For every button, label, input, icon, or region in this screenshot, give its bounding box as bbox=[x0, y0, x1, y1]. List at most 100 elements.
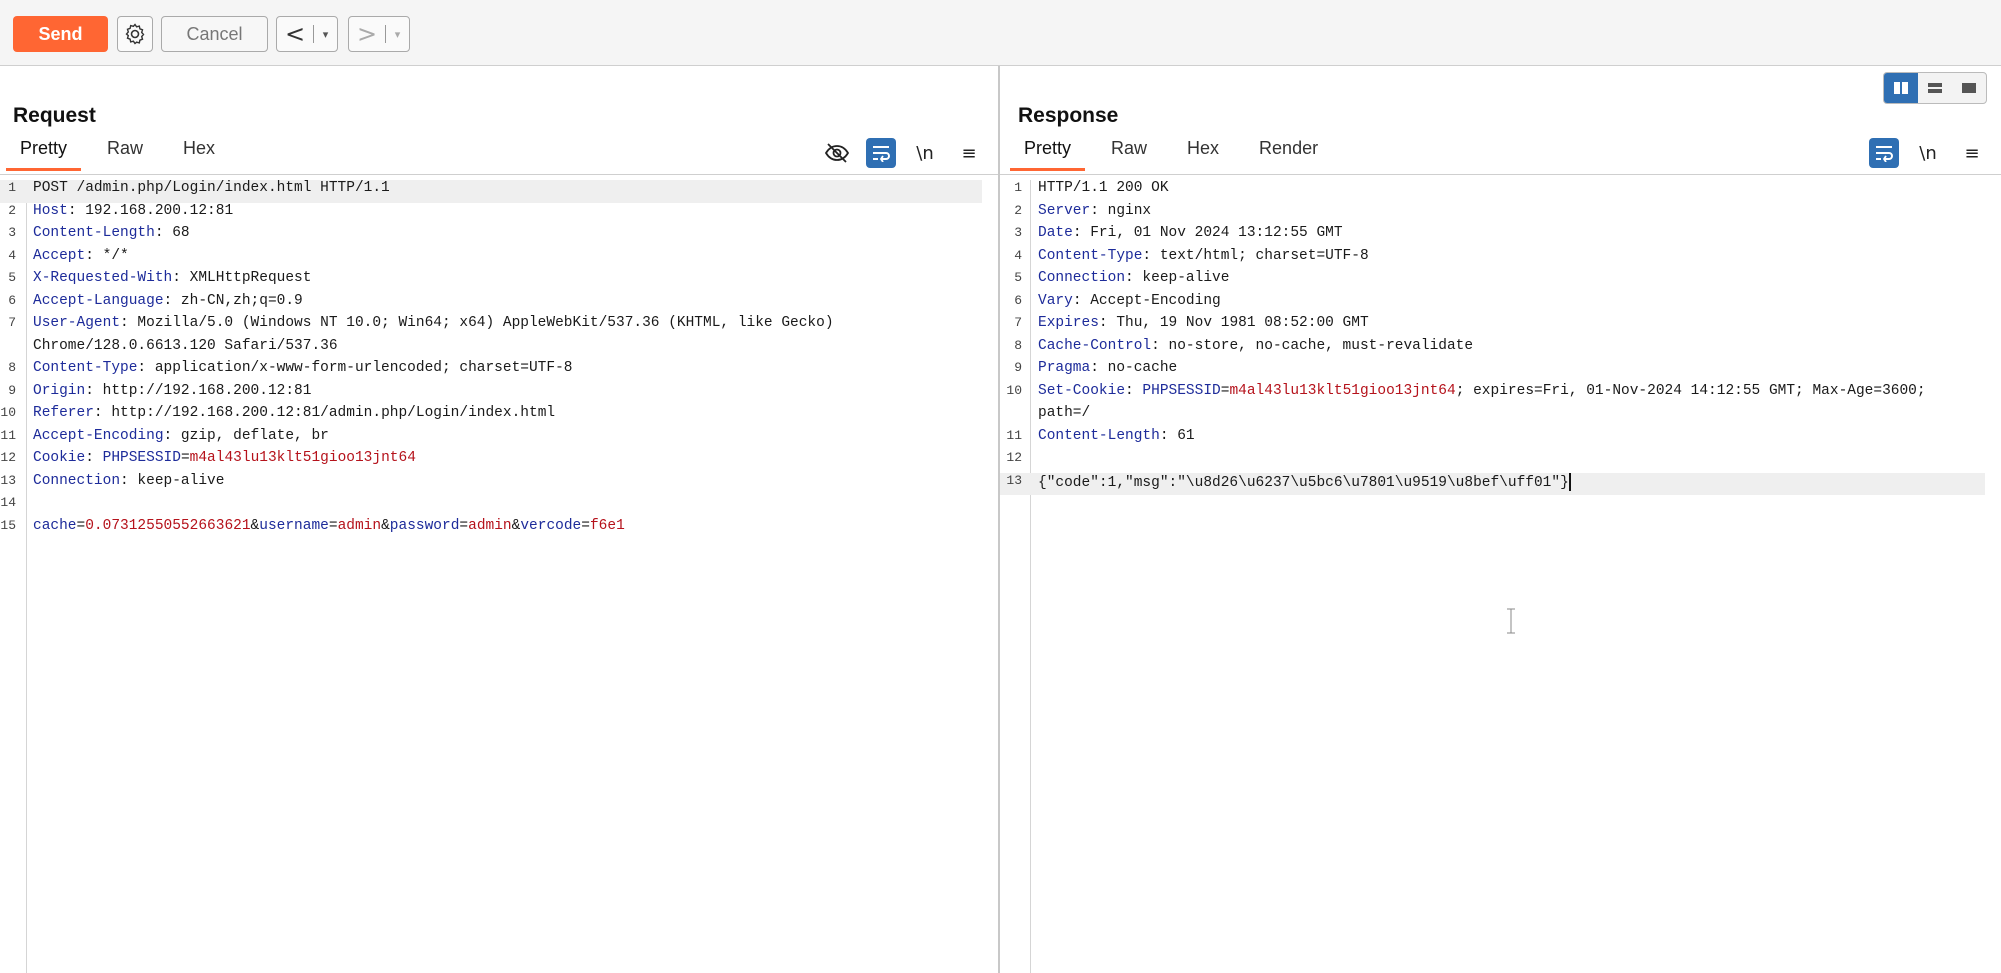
word-wrap-button[interactable] bbox=[866, 138, 896, 168]
line-number: 13 bbox=[0, 472, 16, 488]
line-number: 12 bbox=[0, 450, 16, 465]
gear-icon bbox=[125, 23, 145, 45]
text-segment: : keep-alive bbox=[120, 472, 225, 489]
text-segment: : 192.168.200.12:81 bbox=[67, 202, 234, 219]
chevron-left-icon: < bbox=[284, 20, 306, 48]
code-line[interactable]: 9 Origin: http://192.168.200.12:81 bbox=[0, 383, 982, 406]
line-number: 8 bbox=[1014, 337, 1022, 353]
code-line[interactable]: 5 X-Requested-With: XMLHttpRequest bbox=[0, 270, 982, 293]
send-button[interactable]: Send bbox=[13, 16, 108, 52]
line-number: 7 bbox=[8, 315, 16, 330]
dropdown-icon[interactable]: ▾ bbox=[386, 28, 409, 41]
header-name: Host bbox=[33, 202, 68, 219]
line-text: Pragma: no-cache bbox=[1038, 360, 1985, 376]
text-segment: : Fri, 01 Nov 2024 13:12:55 GMT bbox=[1072, 225, 1343, 241]
tab-raw[interactable]: Raw bbox=[93, 138, 157, 171]
code-line[interactable]: 6 Vary: Accept-Encoding bbox=[1000, 293, 1985, 316]
code-line[interactable]: 11 Accept-Encoding: gzip, deflate, br bbox=[0, 428, 982, 451]
text-segment: & bbox=[250, 517, 260, 534]
line-text: Vary: Accept-Encoding bbox=[1038, 293, 1985, 309]
settings-button[interactable] bbox=[117, 16, 153, 52]
history-back-button[interactable]: < ▾ bbox=[276, 16, 338, 52]
code-line[interactable]: 6 Accept-Language: zh-CN,zh;q=0.9 bbox=[0, 293, 982, 316]
history-forward-button[interactable]: > ▾ bbox=[348, 16, 410, 52]
tab-render[interactable]: Render bbox=[1245, 138, 1332, 171]
line-number: 11 bbox=[1006, 427, 1022, 443]
code-line[interactable]: 5 Connection: keep-alive bbox=[1000, 270, 1985, 293]
tab-raw[interactable]: Raw bbox=[1097, 138, 1161, 171]
text-segment: Chrome/128.0.6613.120 Safari/537.36 bbox=[33, 337, 338, 354]
header-name: Content-Length bbox=[33, 225, 155, 241]
newline-toggle-button[interactable]: \n bbox=[910, 138, 940, 168]
newline-toggle-button[interactable]: \n bbox=[1913, 138, 1943, 168]
code-line[interactable]: 8 Content-Type: application/x-www-form-ur… bbox=[0, 360, 982, 383]
code-line[interactable]: 10 Set-Cookie: PHPSESSID=m4al43lu13klt51g… bbox=[1000, 383, 1985, 406]
param-value: admin bbox=[468, 517, 512, 534]
code-line[interactable]: path=/ bbox=[1000, 405, 1985, 428]
text-segment: : nginx bbox=[1090, 202, 1152, 219]
header-name: X-Requested-With bbox=[33, 270, 173, 286]
request-pane: Request Pretty Raw Hex \n ≡ 1 POST /admin… bbox=[0, 66, 1000, 973]
text-segment: & bbox=[381, 517, 390, 534]
dropdown-icon[interactable]: ▾ bbox=[314, 28, 337, 41]
code-line[interactable]: 10 Referer: http://192.168.200.12:81/admi… bbox=[0, 405, 982, 428]
word-wrap-button[interactable] bbox=[1869, 138, 1899, 168]
header-name: Vary bbox=[1038, 292, 1073, 309]
cancel-button[interactable]: Cancel bbox=[161, 16, 268, 52]
text-segment: : no-store, no-cache, must-revalidate bbox=[1151, 337, 1474, 354]
code-line[interactable]: 2 Host: 192.168.200.12:81 bbox=[0, 203, 982, 226]
line-number: 12 bbox=[1006, 450, 1022, 465]
line-text: Content-Length: 68 bbox=[33, 225, 982, 241]
code-line[interactable]: 4 Accept: */* bbox=[0, 248, 982, 271]
response-editor[interactable]: 1 HTTP/1.1 200 OK 2 Server: nginx 3 Date: Fri… bbox=[1000, 180, 2001, 973]
code-line[interactable]: 12 bbox=[1000, 450, 1985, 473]
text-segment: path=/ bbox=[1038, 405, 1091, 421]
menu-icon[interactable]: ≡ bbox=[954, 138, 984, 168]
code-line[interactable]: 12 Cookie: PHPSESSID=m4al43lu13klt51gioo1… bbox=[0, 450, 982, 473]
code-line[interactable]: 7 User-Agent: Mozilla/5.0 (Windows NT 10.… bbox=[0, 315, 982, 338]
code-line[interactable]: 13 Connection: keep-alive bbox=[0, 473, 982, 496]
line-number: 2 bbox=[1014, 202, 1022, 218]
layout-single-button[interactable] bbox=[1952, 73, 1986, 103]
code-line[interactable]: 1 HTTP/1.1 200 OK bbox=[1000, 180, 1985, 203]
header-name: Content-Length bbox=[1038, 427, 1160, 444]
code-line[interactable]: 7 Expires: Thu, 19 Nov 1981 08:52:00 GMT bbox=[1000, 315, 1985, 338]
code-line[interactable]: 2 Server: nginx bbox=[1000, 203, 1985, 226]
line-number: 5 bbox=[1014, 270, 1022, 285]
code-line[interactable]: 15 cache=0.07312550552663621&username=adm… bbox=[0, 518, 982, 541]
request-editor[interactable]: 1 POST /admin.php/Login/index.html HTTP/1… bbox=[0, 180, 998, 973]
text-segment: : 68 bbox=[154, 225, 190, 241]
menu-icon[interactable]: ≡ bbox=[1957, 138, 1987, 168]
response-pane: Response Pretty Raw Hex Render \n ≡ 1 HTT… bbox=[1000, 66, 2001, 973]
request-title: Request bbox=[13, 104, 96, 127]
text-segment: : http://192.168.200.12:81/admin.php/Log… bbox=[93, 405, 556, 421]
response-title: Response bbox=[1018, 104, 1119, 127]
header-name: Content-Type bbox=[33, 360, 138, 376]
tab-pretty[interactable]: Pretty bbox=[6, 138, 82, 171]
code-line[interactable]: 9 Pragma: no-cache bbox=[1000, 360, 1985, 383]
code-line[interactable]: 3 Date: Fri, 01 Nov 2024 13:12:55 GMT bbox=[1000, 225, 1985, 248]
hide-nonprinting-button[interactable] bbox=[822, 138, 852, 168]
header-name: password bbox=[389, 517, 460, 534]
code-line[interactable]: 1 POST /admin.php/Login/index.html HTTP/1… bbox=[0, 180, 982, 203]
line-text: {"code":1,"msg":"\u8d26\u6237\u5bc6\u780… bbox=[1038, 472, 1985, 491]
text-segment: : application/x-www-form-urlencoded; cha… bbox=[137, 360, 573, 376]
text-segment: = bbox=[459, 517, 469, 534]
code-line[interactable]: 14 bbox=[0, 495, 982, 518]
code-line[interactable]: 11 Content-Length: 61 bbox=[1000, 428, 1985, 451]
tab-hex[interactable]: Hex bbox=[1173, 138, 1233, 171]
layout-side-by-side-button[interactable] bbox=[1884, 73, 1918, 103]
layout-horizontal-button[interactable] bbox=[1918, 73, 1952, 103]
tab-pretty[interactable]: Pretty bbox=[1010, 138, 1086, 171]
header-name: Referer bbox=[33, 405, 94, 421]
code-line[interactable]: 13 {"code":1,"msg":"\u8d26\u6237\u5bc6\u7… bbox=[1000, 472, 1985, 495]
wrap-icon bbox=[1876, 146, 1893, 162]
code-line[interactable]: 4 Content-Type: text/html; charset=UTF-8 bbox=[1000, 248, 1985, 271]
code-line[interactable]: 3 Content-Length: 68 bbox=[0, 225, 982, 248]
line-text: Connection: keep-alive bbox=[1038, 270, 1985, 286]
code-line[interactable]: Chrome/128.0.6613.120 Safari/537.36 bbox=[0, 338, 982, 361]
line-number: 6 bbox=[1014, 292, 1022, 308]
text-segment: : */* bbox=[85, 247, 129, 264]
code-line[interactable]: 8 Cache-Control: no-store, no-cache, must… bbox=[1000, 338, 1985, 361]
tab-hex[interactable]: Hex bbox=[169, 138, 229, 171]
